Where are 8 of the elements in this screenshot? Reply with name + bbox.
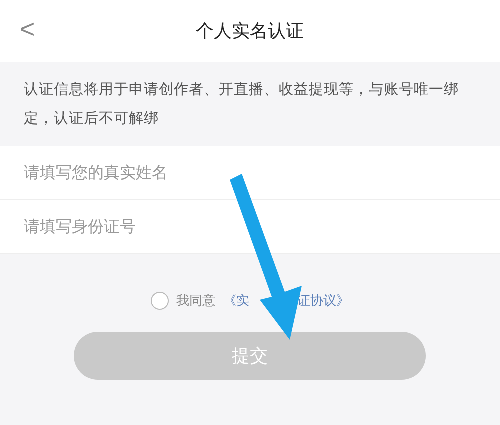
agree-checkbox[interactable] (150, 292, 168, 310)
back-button[interactable]: < (20, 14, 36, 45)
page-title: 个人实名认证 (196, 20, 304, 43)
input-field[interactable]: 请填写身份证号 (0, 200, 500, 254)
notice-text: 认证信息将用于申请创作者、开直播、收益提现等，与账号唯一绑定，认证后不可解绑 (23, 81, 460, 129)
agree-label: 我同意 (176, 293, 216, 310)
agreement-link[interactable]: 《实 (224, 292, 250, 310)
input-field[interactable]: 请填写您的真实姓名 (0, 146, 500, 200)
